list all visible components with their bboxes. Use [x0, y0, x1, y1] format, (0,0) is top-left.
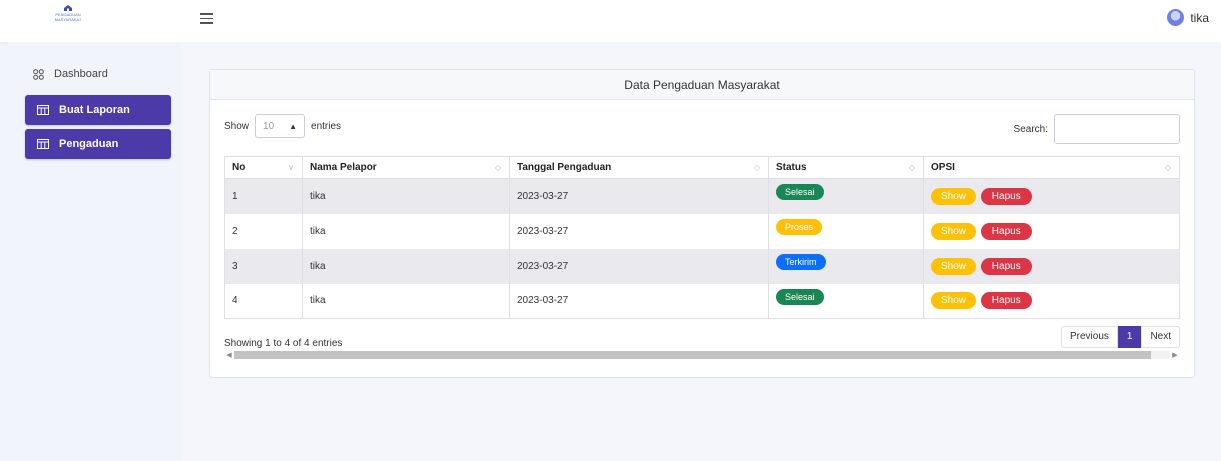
cell-status: Terkirim: [768, 248, 924, 284]
app-logo[interactable]: PENGADUAN MASYARAKAT: [48, 4, 88, 34]
table-header-row: No ∨ Nama Pelapor ◇ Tanggal Pengaduan ◇ Sta…: [224, 156, 1180, 179]
data-card: Data Pengaduan Masyarakat Show 10 ▲︎ ent…: [209, 69, 1195, 378]
cell-opsi: Show Hapus: [923, 283, 1180, 319]
scroll-track[interactable]: [234, 351, 1170, 359]
column-header-nama-pelapor[interactable]: Nama Pelapor ◇: [302, 156, 510, 179]
next-button[interactable]: Next: [1141, 326, 1180, 348]
cell-tanggal: 2023-03-27: [509, 248, 769, 284]
cell-nama: tika: [302, 283, 510, 319]
scroll-thumb[interactable]: [234, 351, 1152, 359]
cell-no: 2: [224, 213, 303, 249]
sidebar-item-buat-laporan[interactable]: Buat Laporan: [25, 95, 171, 125]
avatar: [1167, 9, 1185, 26]
complaints-table: No ∨ Nama Pelapor ◇ Tanggal Pengaduan ◇ Sta…: [224, 156, 1180, 319]
hapus-button[interactable]: Hapus: [980, 187, 1032, 205]
sidebar-item-label: Pengaduan: [59, 138, 119, 150]
table-row: 1 tika 2023-03-27 Selesai Show Hapus: [224, 178, 1180, 214]
cell-nama: tika: [302, 178, 510, 214]
sort-icon: ◇: [753, 163, 760, 172]
column-header-opsi[interactable]: OPSI ◇: [923, 156, 1180, 179]
card-title: Data Pengaduan Masyarakat: [210, 70, 1194, 100]
page-button-1[interactable]: 1: [1117, 326, 1142, 348]
sidebar-item-pengaduan[interactable]: Pengaduan: [25, 129, 171, 159]
show-label: Show: [224, 120, 250, 132]
hapus-button[interactable]: Hapus: [980, 292, 1032, 310]
entries-select[interactable]: 10 ▲︎: [255, 114, 306, 138]
status-badge: Terkirim: [776, 254, 826, 270]
table-row: 4 tika 2023-03-27 Selesai Show Hapus: [224, 283, 1180, 319]
top-navbar: PENGADUAN MASYARAKAT tika: [0, 0, 1221, 42]
scroll-right-icon[interactable]: ▶: [1170, 351, 1180, 359]
status-badge: Selesai: [776, 184, 824, 201]
previous-button[interactable]: Previous: [1060, 326, 1118, 348]
user-name: tika: [1190, 10, 1209, 25]
cell-no: 3: [224, 248, 303, 284]
entries-label: entries: [311, 120, 342, 132]
user-menu[interactable]: tika: [1167, 9, 1209, 26]
entries-select-value: 10: [263, 120, 275, 132]
cell-opsi: Show Hapus: [923, 213, 1180, 249]
cell-tanggal: 2023-03-27: [509, 283, 769, 319]
pagination: Previous 1 Next: [1060, 326, 1180, 348]
sidebar-item-dashboard[interactable]: Dashboard: [33, 68, 108, 80]
logo-icon: [64, 5, 72, 11]
column-header-no[interactable]: No ∨: [224, 156, 303, 179]
search-control: Search:: [1014, 114, 1180, 144]
horizontal-scrollbar[interactable]: ◀ ▶: [224, 350, 1180, 360]
status-badge: Selesai: [776, 288, 824, 305]
column-header-status[interactable]: Status ◇: [768, 156, 924, 179]
cell-opsi: Show Hapus: [923, 178, 1180, 214]
sort-updown-icon: ▲︎: [289, 121, 298, 131]
logo-text: PENGADUAN MASYARAKAT: [54, 12, 82, 22]
main-content: Data Pengaduan Masyarakat Show 10 ▲︎ ent…: [181, 42, 1221, 461]
show-button[interactable]: Show: [931, 292, 977, 310]
table-info: Showing 1 to 4 of 4 entries: [224, 338, 343, 349]
sidebar: Dashboard Buat Laporan Pengaduan: [8, 42, 181, 461]
sort-icon: ◇: [1164, 163, 1171, 172]
cell-no: 4: [224, 283, 303, 319]
sort-icon: ◇: [908, 163, 915, 172]
table-row: 3 tika 2023-03-27 Terkirim Show Hapus: [224, 248, 1180, 284]
cell-nama: tika: [302, 248, 510, 284]
search-label: Search:: [1013, 123, 1048, 135]
cell-tanggal: 2023-03-27: [509, 178, 769, 214]
scroll-left-icon[interactable]: ◀: [224, 351, 234, 359]
cell-status: Selesai: [768, 283, 924, 319]
sort-asc-icon: ∨: [288, 163, 294, 172]
length-control: Show 10 ▲︎ entries: [224, 114, 341, 138]
table-icon: [37, 139, 49, 149]
show-button[interactable]: Show: [931, 257, 977, 275]
cell-status: Proses: [768, 213, 924, 249]
column-header-tanggal-pengaduan[interactable]: Tanggal Pengaduan ◇: [509, 156, 769, 179]
show-button[interactable]: Show: [931, 222, 977, 240]
cell-opsi: Show Hapus: [923, 248, 1180, 284]
status-badge: Proses: [776, 219, 823, 235]
sort-icon: ◇: [494, 163, 501, 172]
hapus-button[interactable]: Hapus: [980, 257, 1032, 275]
table-icon: [37, 105, 49, 115]
search-input[interactable]: [1054, 114, 1180, 144]
show-button[interactable]: Show: [931, 187, 977, 205]
table-row: 2 tika 2023-03-27 Proses Show Hapus: [224, 213, 1180, 249]
hamburger-icon[interactable]: [200, 13, 213, 25]
grid-icon: [33, 68, 44, 80]
cell-nama: tika: [302, 213, 510, 249]
cell-status: Selesai: [768, 178, 924, 214]
hapus-button[interactable]: Hapus: [980, 222, 1032, 240]
sidebar-item-label: Buat Laporan: [59, 104, 130, 116]
sidebar-item-label: Dashboard: [54, 68, 108, 80]
cell-no: 1: [224, 178, 303, 214]
cell-tanggal: 2023-03-27: [509, 213, 769, 249]
